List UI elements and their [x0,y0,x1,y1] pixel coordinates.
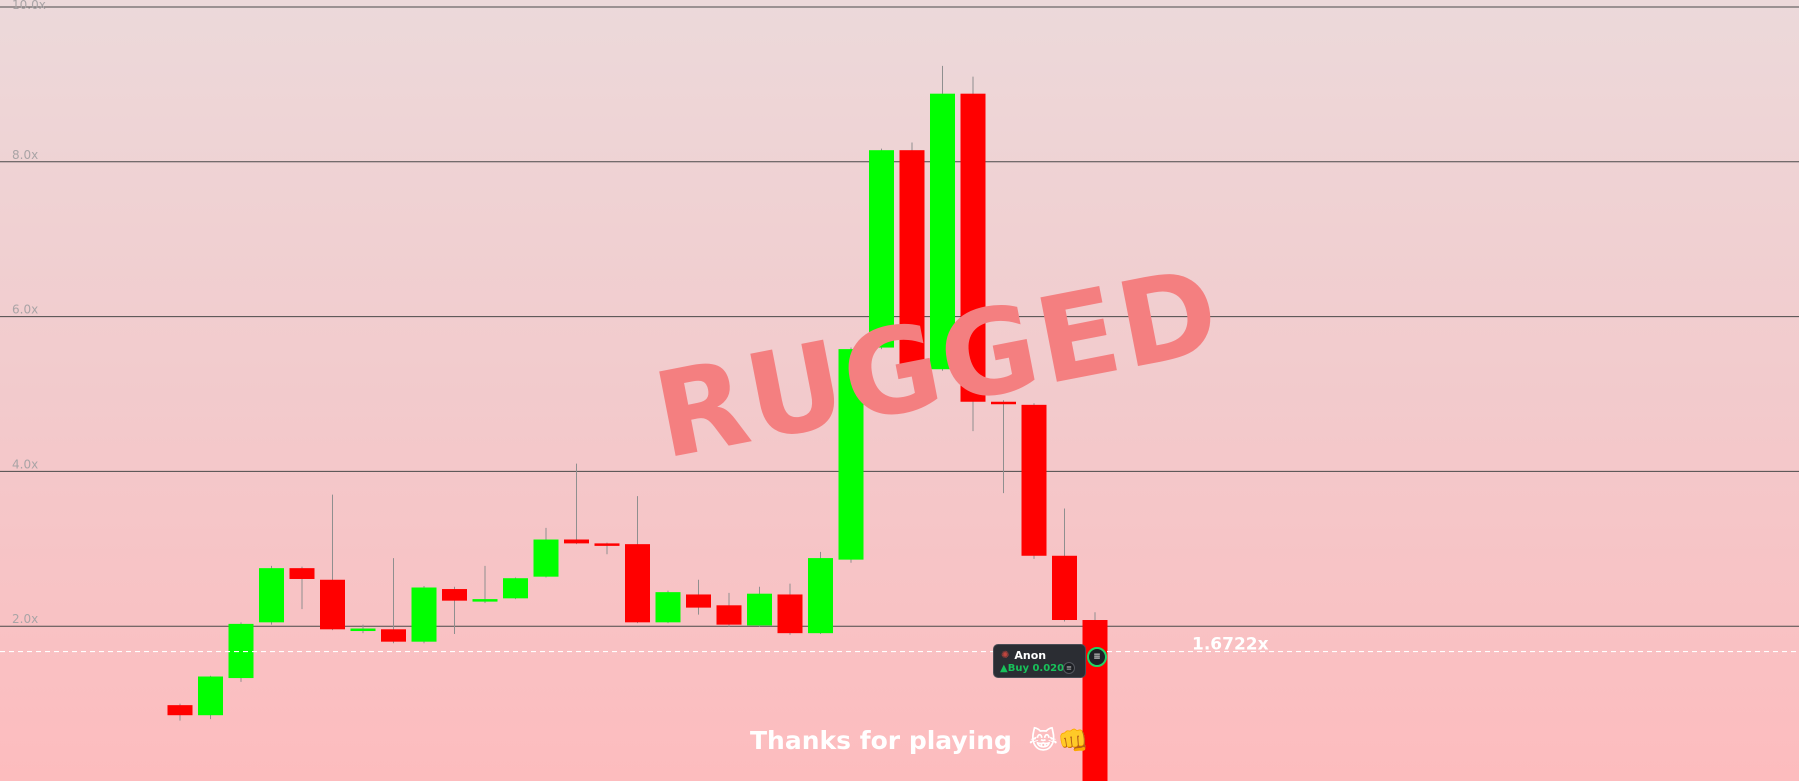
candle-down [167,705,193,716]
current-price-label: 1.6722x [1192,635,1269,655]
candle-up [533,539,559,577]
candle-down [716,605,742,625]
thanks-message: Thanks for playing 😹👊 [750,726,1089,755]
candle-down [777,594,803,634]
candle-up [655,592,681,623]
candle-up [411,587,437,642]
candle-down [625,544,650,623]
buy-arrow-icon: ▲ [1000,663,1008,674]
candle-down [1052,555,1077,621]
menu-icon[interactable]: ≡ [1063,662,1075,674]
candle-down [686,594,711,608]
candle-down [1082,620,1108,781]
candle-up [472,599,498,602]
y-tick-label: 6.0x [12,303,38,317]
candle-up [503,578,528,599]
thanks-emoji: 😹👊 [1029,726,1089,755]
candle-down [442,589,467,601]
trade-user-name: Anon [1014,649,1047,662]
y-tick-label: 2.0x [12,612,38,626]
candle-up [198,676,223,716]
candle-down [320,579,345,630]
trade-action: ▲Buy 0.020 [1000,663,1064,674]
thanks-text: Thanks for playing [750,726,1012,755]
trade-user: ✺ Anon [1001,649,1046,662]
spider-icon: ✺ [1001,650,1010,661]
trade-marker[interactable]: ≡ [1087,647,1107,667]
candle-down [381,629,406,642]
y-tick-label: 10.0x [12,0,46,12]
candle-down [289,568,315,579]
candle-down [594,543,620,546]
candle-up [259,568,284,623]
trade-card[interactable]: ✺ Anon ▲Buy 0.020 ≡ [993,644,1086,678]
candle-down [1021,404,1047,556]
price-chart: 2.0x4.0x6.0x8.0x10.0x RUGGED 1.6722x Tha… [0,0,1799,781]
candle-down [564,539,589,544]
candle-up [350,628,376,632]
candle-up [228,623,254,679]
y-tick-label: 8.0x [12,148,38,162]
trade-action-text: Buy 0.020 [1007,663,1065,674]
candle-up [808,558,833,634]
y-tick-label: 4.0x [12,457,38,471]
candle-up [747,593,772,626]
